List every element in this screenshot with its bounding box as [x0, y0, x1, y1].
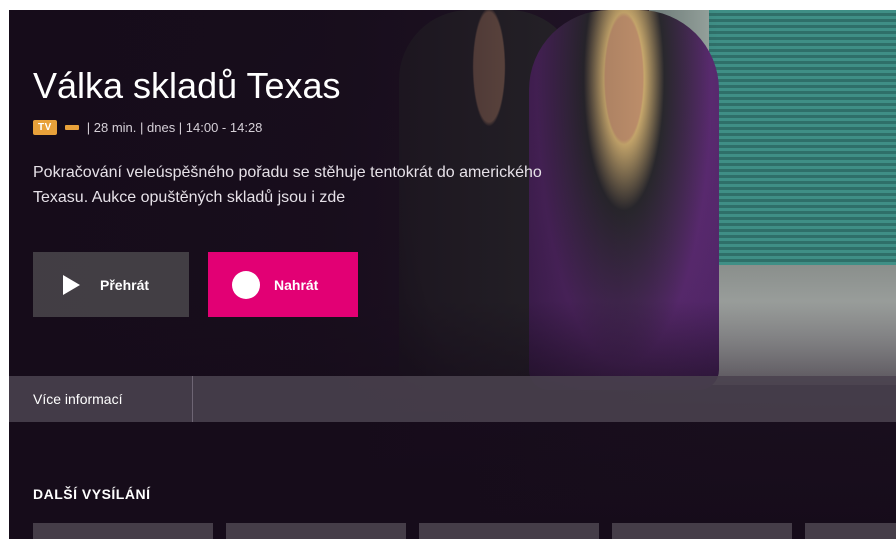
record-icon	[232, 270, 260, 299]
more-info-tab[interactable]: Více informací	[9, 376, 193, 422]
program-meta-text: | 28 min. | dnes | 14:00 - 14:28	[86, 120, 263, 135]
tv-screen: Válka skladů Texas TV | 28 min. | dnes |…	[9, 10, 896, 539]
play-button[interactable]: Přehrát	[33, 252, 189, 317]
record-button[interactable]: Nahrát	[208, 252, 358, 317]
info-tabs-row: Více informací	[9, 376, 896, 422]
progress-bar-icon	[64, 125, 79, 130]
next-airings-row	[33, 523, 896, 539]
play-icon	[63, 274, 80, 295]
play-button-label: Přehrát	[100, 276, 150, 293]
airing-tile[interactable]	[33, 523, 213, 539]
more-info-label: Více informací	[33, 391, 123, 407]
program-description: Pokračování veleúspěšného pořadu se stěh…	[33, 164, 542, 206]
airing-tile[interactable]	[419, 523, 599, 539]
airing-tile[interactable]	[805, 523, 896, 539]
tv-badge: TV	[33, 120, 57, 135]
program-meta: TV | 28 min. | dnes | 14:00 - 14:28	[33, 120, 262, 135]
record-button-label: Nahrát	[274, 276, 319, 293]
next-airings-heading: DALŠÍ VYSÍLÁNÍ	[33, 486, 151, 502]
program-title: Válka skladů Texas	[33, 65, 341, 106]
airing-tile[interactable]	[612, 523, 792, 539]
airing-tile[interactable]	[226, 523, 406, 539]
